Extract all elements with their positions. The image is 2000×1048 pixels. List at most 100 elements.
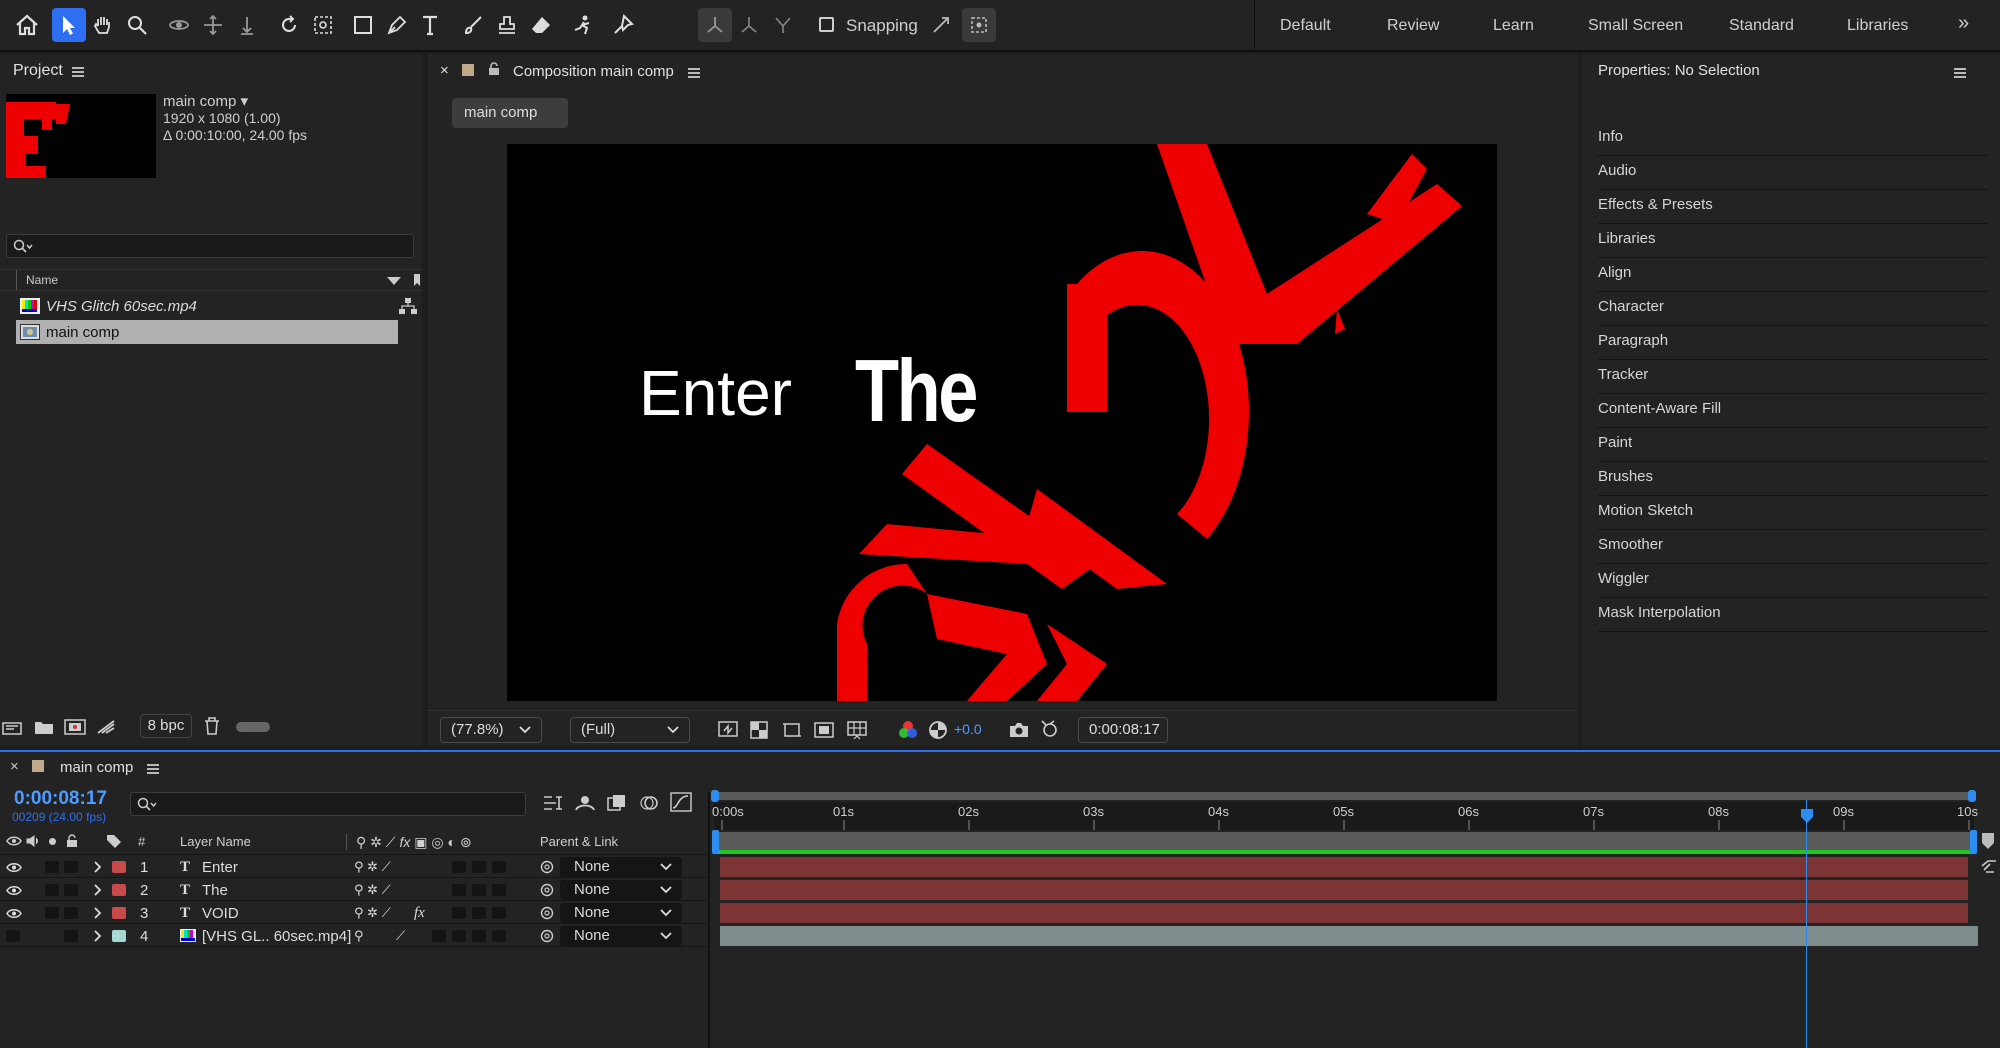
switch-box[interactable] bbox=[472, 884, 486, 896]
chevron-right-icon[interactable] bbox=[94, 930, 102, 942]
switch-box[interactable] bbox=[432, 930, 446, 942]
mask-visibility-icon[interactable] bbox=[782, 721, 802, 739]
solo-switch[interactable] bbox=[45, 861, 59, 873]
solo-switch[interactable] bbox=[45, 884, 59, 896]
frame-blending-icon[interactable] bbox=[606, 794, 628, 812]
switch-box[interactable] bbox=[472, 861, 486, 873]
current-time-display[interactable]: 0:00:08:17 bbox=[14, 788, 107, 810]
show-snapshot-icon[interactable] bbox=[1038, 719, 1060, 739]
composition-menu-icon[interactable] bbox=[688, 68, 700, 78]
panel-item-mask-interpolation[interactable]: Mask Interpolation bbox=[1598, 598, 1988, 632]
switch-box[interactable] bbox=[492, 930, 506, 942]
video-visibility-icon[interactable] bbox=[6, 835, 22, 847]
anchor-point-tool-icon[interactable] bbox=[306, 8, 340, 42]
comp-name[interactable]: main comp ▾ bbox=[163, 92, 248, 110]
resolution-dropdown[interactable]: (Full) bbox=[570, 717, 690, 743]
time-navigator-end-handle[interactable] bbox=[1968, 790, 1976, 802]
pick-whip-icon[interactable] bbox=[540, 906, 554, 920]
eye-icon[interactable] bbox=[6, 862, 22, 873]
project-item-comp[interactable]: main comp bbox=[16, 320, 398, 344]
layer-bar[interactable] bbox=[720, 880, 1968, 900]
panel-item-motion-sketch[interactable]: Motion Sketch bbox=[1598, 496, 1988, 530]
color-channels-icon[interactable] bbox=[898, 720, 918, 740]
thumbnail-slider[interactable] bbox=[236, 722, 270, 732]
lock-switch[interactable] bbox=[64, 861, 78, 873]
pick-whip-icon[interactable] bbox=[540, 929, 554, 943]
chevron-right-icon[interactable] bbox=[94, 861, 102, 873]
parent-dropdown[interactable]: None bbox=[560, 880, 682, 900]
switch-box[interactable] bbox=[452, 907, 466, 919]
layer-name[interactable]: VOID bbox=[202, 905, 239, 922]
new-composition-icon[interactable] bbox=[64, 719, 86, 735]
parent-dropdown[interactable]: None bbox=[560, 903, 682, 923]
switch-box[interactable] bbox=[452, 930, 466, 942]
bit-depth-button[interactable]: 8 bpc bbox=[140, 714, 192, 738]
pick-whip-icon[interactable] bbox=[540, 883, 554, 897]
effects-switch[interactable]: fx bbox=[414, 905, 425, 922]
grid-guides-icon[interactable] bbox=[846, 720, 868, 740]
snap-edges-icon[interactable] bbox=[924, 8, 958, 42]
eye-icon[interactable] bbox=[6, 908, 22, 919]
layer-switches[interactable]: ⚲ ✲ ⟋ bbox=[354, 859, 391, 875]
switch-box[interactable] bbox=[472, 930, 486, 942]
layer-label-color[interactable] bbox=[112, 884, 126, 896]
panel-item-smoother[interactable]: Smoother bbox=[1598, 530, 1988, 564]
fast-previews-icon[interactable] bbox=[718, 721, 738, 739]
graph-editor-icon[interactable] bbox=[670, 792, 692, 812]
composition-canvas[interactable]: Enter The bbox=[507, 144, 1497, 701]
view-axis-mode-icon[interactable] bbox=[766, 8, 800, 42]
lock-switch[interactable] bbox=[64, 930, 78, 942]
name-column-header[interactable]: Name bbox=[26, 273, 58, 287]
time-navigator[interactable] bbox=[714, 792, 1974, 800]
shy-layers-icon[interactable] bbox=[574, 794, 596, 812]
type-tool-icon[interactable] bbox=[414, 8, 448, 42]
panel-item-paint[interactable]: Paint bbox=[1598, 428, 1988, 462]
brush-tool-icon[interactable] bbox=[456, 8, 490, 42]
world-axis-mode-icon[interactable] bbox=[732, 8, 766, 42]
home-icon[interactable] bbox=[10, 8, 44, 42]
layer-switches[interactable]: ⚲ ✲ ⟋ bbox=[354, 882, 391, 898]
hand-tool-icon[interactable] bbox=[86, 8, 120, 42]
switch-box[interactable] bbox=[472, 907, 486, 919]
timeline-tab[interactable]: main comp bbox=[60, 759, 133, 776]
lock-icon[interactable] bbox=[488, 62, 500, 76]
layer-label-color[interactable] bbox=[112, 930, 126, 942]
panel-item-align[interactable]: Align bbox=[1598, 258, 1988, 292]
layer-row[interactable]: 1 T Enter ⚲ ✲ ⟋ None bbox=[0, 856, 706, 878]
chevron-right-icon[interactable] bbox=[94, 907, 102, 919]
audio-icon[interactable] bbox=[26, 835, 40, 847]
label-tag-icon[interactable] bbox=[106, 834, 122, 848]
layer-row[interactable]: 3 T VOID ⚲ ✲ ⟋ fx None bbox=[0, 902, 706, 924]
comp-mini-flowchart-icon[interactable] bbox=[542, 794, 564, 812]
panel-item-brushes[interactable]: Brushes bbox=[1598, 462, 1988, 496]
visibility-switch-off[interactable] bbox=[6, 930, 20, 942]
layer-bar[interactable] bbox=[720, 926, 1978, 946]
hand-marker-icon[interactable] bbox=[1980, 858, 1998, 874]
roto-brush-tool-icon[interactable] bbox=[566, 8, 600, 42]
time-navigator-start-handle[interactable] bbox=[711, 790, 719, 802]
workspace-standard[interactable]: Standard bbox=[1729, 17, 1794, 35]
region-of-interest-icon[interactable] bbox=[814, 721, 834, 739]
transparency-grid-icon[interactable] bbox=[750, 721, 768, 739]
project-menu-icon[interactable] bbox=[72, 67, 84, 77]
panel-item-libraries[interactable]: Libraries bbox=[1598, 224, 1988, 258]
comp-tab[interactable]: main comp bbox=[452, 98, 568, 128]
panel-item-audio[interactable]: Audio bbox=[1598, 156, 1988, 190]
layer-label-color[interactable] bbox=[112, 861, 126, 873]
snapping-checkbox[interactable] bbox=[819, 17, 834, 32]
workspace-review[interactable]: Review bbox=[1387, 17, 1439, 35]
orbit-camera-icon[interactable] bbox=[162, 8, 196, 42]
media-encoder-icon[interactable] bbox=[96, 719, 116, 735]
eye-icon[interactable] bbox=[6, 885, 22, 896]
work-area-start-handle[interactable] bbox=[712, 830, 719, 854]
layer-switches[interactable]: ⚲ bbox=[354, 928, 364, 944]
panel-item-content-aware-fill[interactable]: Content-Aware Fill bbox=[1598, 394, 1988, 428]
project-item-footage[interactable]: VHS Glitch 60sec.mp4 bbox=[16, 294, 398, 318]
timeline-menu-icon[interactable] bbox=[147, 764, 159, 774]
panel-item-wiggler[interactable]: Wiggler bbox=[1598, 564, 1988, 598]
snapshot-camera-icon[interactable] bbox=[1008, 721, 1030, 739]
parent-dropdown[interactable]: None bbox=[560, 926, 682, 946]
selection-tool-icon[interactable] bbox=[52, 8, 86, 42]
chevron-right-icon[interactable] bbox=[94, 884, 102, 896]
lock-switch[interactable] bbox=[64, 907, 78, 919]
